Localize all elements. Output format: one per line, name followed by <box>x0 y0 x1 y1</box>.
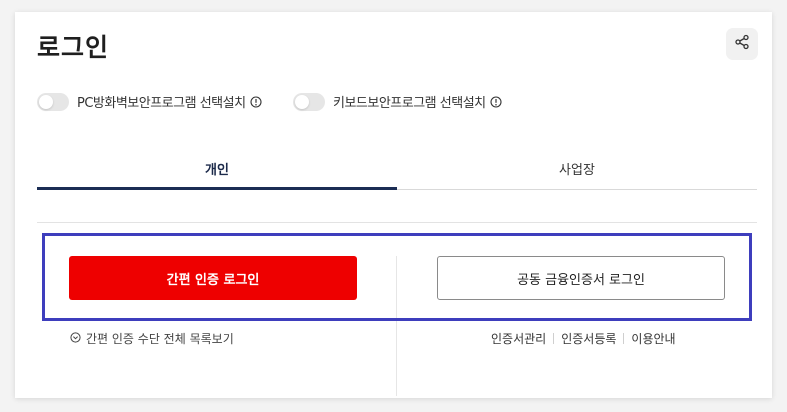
info-icon[interactable] <box>249 95 262 108</box>
certificate-links: 인증서관리 인증서등록 이용안내 <box>491 330 676 347</box>
certificate-login-button[interactable]: 공동 금융인증서 로그인 <box>437 256 725 300</box>
link-cert-register[interactable]: 인증서등록 <box>561 330 616 347</box>
link-usage-guide[interactable]: 이용안내 <box>631 330 675 347</box>
link-separator <box>553 333 555 344</box>
keyboard-security-toggle[interactable] <box>293 92 325 111</box>
keyboard-toggle-label: 키보드보안프로그램 선택설치 <box>333 96 486 111</box>
page-title: 로그인 <box>37 33 110 62</box>
view-all-label: 간편 인증 수단 전체 목록보기 <box>86 332 234 346</box>
tab-personal[interactable]: 개인 <box>37 154 397 190</box>
keyboard-toggle-row: 키보드보안프로그램 선택설치 <box>293 92 502 111</box>
login-card: 로그인 PC방화벽보안프로그램 선택설치 키보드보안프로그램 선택설치 개인 사… <box>15 12 772 398</box>
link-separator <box>623 333 625 344</box>
section-divider <box>37 222 757 223</box>
firewall-toggle-label: PC방화벽보안프로그램 선택설치 <box>77 96 246 111</box>
info-icon[interactable] <box>490 95 502 108</box>
firewall-toggle-row: PC방화벽보안프로그램 선택설치 <box>37 92 262 111</box>
link-cert-manage[interactable]: 인증서관리 <box>491 330 546 347</box>
share-button[interactable] <box>726 28 758 60</box>
view-all-auth-methods[interactable]: 간편 인증 수단 전체 목록보기 <box>70 330 234 347</box>
share-icon <box>734 34 750 54</box>
chevron-down-circle-icon <box>70 331 81 346</box>
login-type-tabs: 개인 사업장 <box>37 154 757 190</box>
simple-auth-login-button[interactable]: 간편 인증 로그인 <box>69 256 357 300</box>
firewall-toggle[interactable] <box>37 92 69 111</box>
tab-business[interactable]: 사업장 <box>397 154 757 189</box>
